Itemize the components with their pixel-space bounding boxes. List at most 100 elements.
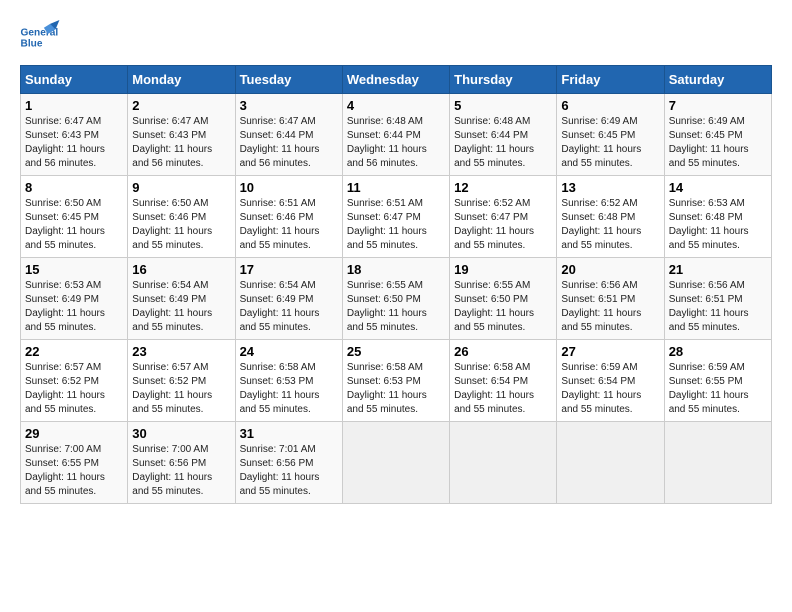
- sunrise-label: Sunrise: 6:55 AM: [347, 280, 423, 291]
- day-info: Sunrise: 6:58 AM Sunset: 6:53 PM Dayligh…: [347, 361, 445, 417]
- daylight-label: Daylight: 11 hours and 55 minutes.: [132, 390, 212, 415]
- sunrise-label: Sunrise: 6:54 AM: [240, 280, 316, 291]
- calendar-day-cell: 14 Sunrise: 6:53 AM Sunset: 6:48 PM Dayl…: [664, 176, 771, 258]
- daylight-label: Daylight: 11 hours and 55 minutes.: [132, 308, 212, 333]
- calendar-day-cell: 6 Sunrise: 6:49 AM Sunset: 6:45 PM Dayli…: [557, 94, 664, 176]
- sunset-label: Sunset: 6:44 PM: [347, 130, 421, 141]
- day-info: Sunrise: 6:51 AM Sunset: 6:46 PM Dayligh…: [240, 197, 338, 253]
- calendar-day-cell: 15 Sunrise: 6:53 AM Sunset: 6:49 PM Dayl…: [21, 258, 128, 340]
- day-number: 27: [561, 344, 659, 359]
- sunset-label: Sunset: 6:56 PM: [240, 458, 314, 469]
- sunset-label: Sunset: 6:46 PM: [132, 212, 206, 223]
- sunrise-label: Sunrise: 6:59 AM: [561, 362, 637, 373]
- day-info: Sunrise: 6:54 AM Sunset: 6:49 PM Dayligh…: [240, 279, 338, 335]
- day-number: 5: [454, 98, 552, 113]
- logo-bird-icon: General Blue: [20, 20, 60, 55]
- sunset-label: Sunset: 6:49 PM: [132, 294, 206, 305]
- day-info: Sunrise: 6:56 AM Sunset: 6:51 PM Dayligh…: [669, 279, 767, 335]
- sunset-label: Sunset: 6:55 PM: [25, 458, 99, 469]
- calendar-day-cell: 22 Sunrise: 6:57 AM Sunset: 6:52 PM Dayl…: [21, 340, 128, 422]
- sunrise-label: Sunrise: 7:00 AM: [25, 444, 101, 455]
- day-info: Sunrise: 6:47 AM Sunset: 6:44 PM Dayligh…: [240, 115, 338, 171]
- sunset-label: Sunset: 6:45 PM: [669, 130, 743, 141]
- calendar-day-cell: [664, 422, 771, 504]
- daylight-label: Daylight: 11 hours and 55 minutes.: [561, 308, 641, 333]
- day-number: 16: [132, 262, 230, 277]
- sunrise-label: Sunrise: 6:47 AM: [25, 116, 101, 127]
- day-number: 6: [561, 98, 659, 113]
- day-info: Sunrise: 7:01 AM Sunset: 6:56 PM Dayligh…: [240, 443, 338, 499]
- sunset-label: Sunset: 6:44 PM: [240, 130, 314, 141]
- day-info: Sunrise: 6:47 AM Sunset: 6:43 PM Dayligh…: [132, 115, 230, 171]
- daylight-label: Daylight: 11 hours and 55 minutes.: [454, 390, 534, 415]
- sunset-label: Sunset: 6:45 PM: [25, 212, 99, 223]
- calendar-day-cell: 28 Sunrise: 6:59 AM Sunset: 6:55 PM Dayl…: [664, 340, 771, 422]
- calendar-day-cell: 19 Sunrise: 6:55 AM Sunset: 6:50 PM Dayl…: [450, 258, 557, 340]
- sunrise-label: Sunrise: 6:47 AM: [132, 116, 208, 127]
- sunrise-label: Sunrise: 6:52 AM: [454, 198, 530, 209]
- sunset-label: Sunset: 6:50 PM: [347, 294, 421, 305]
- day-number: 20: [561, 262, 659, 277]
- sunrise-label: Sunrise: 6:57 AM: [25, 362, 101, 373]
- sunset-label: Sunset: 6:55 PM: [669, 376, 743, 387]
- svg-text:Blue: Blue: [21, 38, 43, 49]
- daylight-label: Daylight: 11 hours and 55 minutes.: [25, 390, 105, 415]
- day-number: 22: [25, 344, 123, 359]
- calendar-day-cell: 24 Sunrise: 6:58 AM Sunset: 6:53 PM Dayl…: [235, 340, 342, 422]
- daylight-label: Daylight: 11 hours and 55 minutes.: [561, 390, 641, 415]
- day-number: 12: [454, 180, 552, 195]
- daylight-label: Daylight: 11 hours and 55 minutes.: [240, 308, 320, 333]
- daylight-label: Daylight: 11 hours and 55 minutes.: [669, 390, 749, 415]
- day-info: Sunrise: 6:50 AM Sunset: 6:46 PM Dayligh…: [132, 197, 230, 253]
- day-info: Sunrise: 7:00 AM Sunset: 6:55 PM Dayligh…: [25, 443, 123, 499]
- daylight-label: Daylight: 11 hours and 55 minutes.: [347, 390, 427, 415]
- sunrise-label: Sunrise: 6:58 AM: [454, 362, 530, 373]
- daylight-label: Daylight: 11 hours and 55 minutes.: [132, 472, 212, 497]
- sunrise-label: Sunrise: 7:01 AM: [240, 444, 316, 455]
- calendar-day-cell: 3 Sunrise: 6:47 AM Sunset: 6:44 PM Dayli…: [235, 94, 342, 176]
- sunrise-label: Sunrise: 7:00 AM: [132, 444, 208, 455]
- daylight-label: Daylight: 11 hours and 55 minutes.: [25, 226, 105, 251]
- daylight-label: Daylight: 11 hours and 55 minutes.: [669, 144, 749, 169]
- day-number: 25: [347, 344, 445, 359]
- calendar-day-cell: 21 Sunrise: 6:56 AM Sunset: 6:51 PM Dayl…: [664, 258, 771, 340]
- calendar-table: SundayMondayTuesdayWednesdayThursdayFrid…: [20, 65, 772, 504]
- sunset-label: Sunset: 6:52 PM: [132, 376, 206, 387]
- sunrise-label: Sunrise: 6:51 AM: [347, 198, 423, 209]
- day-info: Sunrise: 6:47 AM Sunset: 6:43 PM Dayligh…: [25, 115, 123, 171]
- daylight-label: Daylight: 11 hours and 55 minutes.: [561, 144, 641, 169]
- day-info: Sunrise: 6:49 AM Sunset: 6:45 PM Dayligh…: [561, 115, 659, 171]
- sunrise-label: Sunrise: 6:49 AM: [669, 116, 745, 127]
- calendar-day-cell: 5 Sunrise: 6:48 AM Sunset: 6:44 PM Dayli…: [450, 94, 557, 176]
- weekday-header-cell: Monday: [128, 66, 235, 94]
- day-number: 3: [240, 98, 338, 113]
- sunset-label: Sunset: 6:43 PM: [25, 130, 99, 141]
- day-number: 18: [347, 262, 445, 277]
- day-number: 28: [669, 344, 767, 359]
- calendar-day-cell: 23 Sunrise: 6:57 AM Sunset: 6:52 PM Dayl…: [128, 340, 235, 422]
- day-number: 11: [347, 180, 445, 195]
- sunset-label: Sunset: 6:53 PM: [347, 376, 421, 387]
- calendar-day-cell: 10 Sunrise: 6:51 AM Sunset: 6:46 PM Dayl…: [235, 176, 342, 258]
- sunrise-label: Sunrise: 6:56 AM: [669, 280, 745, 291]
- day-number: 17: [240, 262, 338, 277]
- weekday-header-cell: Saturday: [664, 66, 771, 94]
- day-info: Sunrise: 6:52 AM Sunset: 6:48 PM Dayligh…: [561, 197, 659, 253]
- calendar-day-cell: [557, 422, 664, 504]
- sunset-label: Sunset: 6:51 PM: [669, 294, 743, 305]
- day-number: 21: [669, 262, 767, 277]
- day-info: Sunrise: 6:54 AM Sunset: 6:49 PM Dayligh…: [132, 279, 230, 335]
- day-number: 15: [25, 262, 123, 277]
- sunrise-label: Sunrise: 6:57 AM: [132, 362, 208, 373]
- day-number: 26: [454, 344, 552, 359]
- sunset-label: Sunset: 6:46 PM: [240, 212, 314, 223]
- sunrise-label: Sunrise: 6:50 AM: [25, 198, 101, 209]
- calendar-week-row: 8 Sunrise: 6:50 AM Sunset: 6:45 PM Dayli…: [21, 176, 772, 258]
- sunset-label: Sunset: 6:52 PM: [25, 376, 99, 387]
- daylight-label: Daylight: 11 hours and 55 minutes.: [240, 472, 320, 497]
- day-info: Sunrise: 6:49 AM Sunset: 6:45 PM Dayligh…: [669, 115, 767, 171]
- day-info: Sunrise: 6:57 AM Sunset: 6:52 PM Dayligh…: [132, 361, 230, 417]
- calendar-day-cell: 29 Sunrise: 7:00 AM Sunset: 6:55 PM Dayl…: [21, 422, 128, 504]
- calendar-day-cell: 30 Sunrise: 7:00 AM Sunset: 6:56 PM Dayl…: [128, 422, 235, 504]
- sunset-label: Sunset: 6:56 PM: [132, 458, 206, 469]
